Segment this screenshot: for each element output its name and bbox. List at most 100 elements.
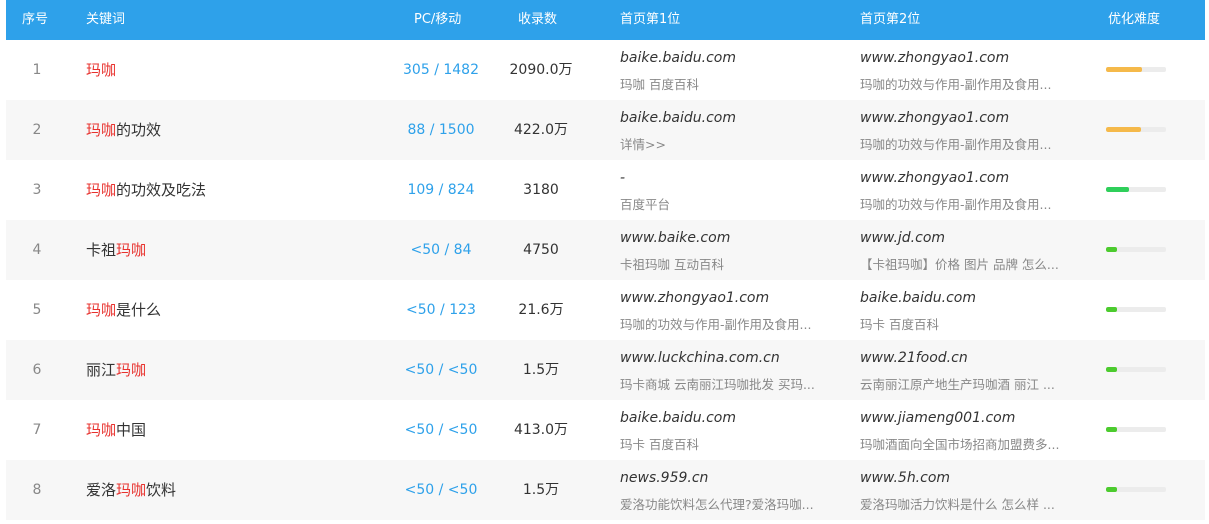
record-count: 422.0万 — [513, 122, 569, 138]
difficulty-bar-fill — [1106, 487, 1117, 492]
table-row: 7 玛咖中国 <50 / <50 413.0万 baike.baidu.com 玛卡 百度… — [6, 400, 1205, 460]
table-row: 8 爱洛玛咖饮料 <50 / <50 1.5万 news.959.cn 爱洛功能饮料怎么代… — [6, 460, 1205, 520]
keyword-link[interactable]: 玛咖是什么 — [86, 280, 161, 340]
header-difficulty[interactable]: 优化难度 — [1108, 0, 1160, 40]
keyword-suffix: 是什么 — [116, 301, 162, 319]
keyword-link[interactable]: 玛咖的功效及吃法 — [86, 160, 206, 220]
difficulty-bar — [1106, 367, 1166, 372]
rank1-site-link[interactable]: - — [620, 170, 840, 186]
keyword-link[interactable]: 丽江玛咖 — [86, 340, 146, 400]
pc-mobile-index[interactable]: <50 / 84 — [366, 220, 516, 280]
rank2-site-title: 玛咖的功效与作用-副作用及食用... — [860, 77, 1052, 92]
keyword-highlight: 玛咖 — [86, 421, 117, 439]
record-count: 1.5万 — [522, 482, 560, 498]
record-count: 4750 — [523, 242, 559, 258]
difficulty-bar — [1106, 247, 1166, 252]
keyword-suffix: 中国 — [116, 421, 147, 439]
row-index: 5 — [32, 302, 42, 318]
rank1-site-link[interactable]: www.luckchina.com.cn — [620, 350, 840, 366]
rank1-site-link[interactable]: www.baike.com — [620, 230, 840, 246]
table-row: 3 玛咖的功效及吃法 109 / 824 3180 - 百度平台 www.zhongyao1… — [6, 160, 1205, 220]
rank2-site-link[interactable]: www.jd.com — [860, 230, 1085, 246]
row-index: 4 — [32, 242, 42, 258]
keyword-prefix: 卡祖 — [86, 241, 117, 259]
keyword-prefix: 丽江 — [86, 361, 117, 379]
keyword-link[interactable]: 卡祖玛咖 — [86, 220, 146, 280]
table-row: 1 玛咖 305 / 1482 2090.0万 baike.baidu.com 玛咖 百度… — [6, 40, 1205, 100]
rank2-site-link[interactable]: www.5h.com — [860, 470, 1085, 486]
rank1-site-link[interactable]: baike.baidu.com — [620, 110, 840, 126]
difficulty-bar-fill — [1106, 187, 1129, 192]
rank2-site-link[interactable]: www.zhongyao1.com — [860, 170, 1085, 186]
table-row: 2 玛咖的功效 88 / 1500 422.0万 baike.baidu.com 详情>>… — [6, 100, 1205, 160]
rank1-site-link[interactable]: news.959.cn — [620, 470, 840, 486]
difficulty-bar-fill — [1106, 307, 1117, 312]
rank2-site-title: 玛咖酒面向全国市场招商加盟费多... — [860, 437, 1060, 452]
pc-mobile-index[interactable]: 305 / 1482 — [366, 40, 516, 100]
keyword-suffix: 的功效 — [116, 121, 162, 139]
record-count: 1.5万 — [522, 362, 560, 378]
table-body: 1 玛咖 305 / 1482 2090.0万 baike.baidu.com 玛咖 百度… — [6, 40, 1205, 520]
keyword-highlight: 玛咖 — [86, 61, 117, 79]
rank1-site-title: 玛咖的功效与作用-副作用及食用... — [620, 317, 812, 332]
header-pc-mobile[interactable]: PC/移动 — [414, 0, 461, 40]
pc-mobile-index[interactable]: <50 / 123 — [366, 280, 516, 340]
keyword-link[interactable]: 玛咖中国 — [86, 400, 146, 460]
rank1-site-link[interactable]: baike.baidu.com — [620, 50, 840, 66]
difficulty-bar — [1106, 487, 1166, 492]
pc-mobile-index[interactable]: <50 / <50 — [366, 340, 516, 400]
difficulty-bar — [1106, 67, 1166, 72]
rank2-site-title: 玛咖的功效与作用-副作用及食用... — [860, 197, 1052, 212]
rank1-site-link[interactable]: www.zhongyao1.com — [620, 290, 840, 306]
table-header: 序号 关键词 PC/移动 收录数 首页第1位 首页第2位 优化难度 — [6, 0, 1205, 40]
pc-mobile-index[interactable]: 109 / 824 — [366, 160, 516, 220]
difficulty-bar-fill — [1106, 67, 1142, 72]
keyword-highlight: 玛咖 — [86, 301, 117, 319]
pc-mobile-index[interactable]: <50 / <50 — [366, 460, 516, 520]
difficulty-bar — [1106, 187, 1166, 192]
rank2-site-link[interactable]: www.zhongyao1.com — [860, 110, 1085, 126]
keyword-prefix: 爱洛 — [86, 481, 117, 499]
rank2-site-link[interactable]: www.zhongyao1.com — [860, 50, 1085, 66]
rank2-site-link[interactable]: baike.baidu.com — [860, 290, 1085, 306]
table-row: 6 丽江玛咖 <50 / <50 1.5万 www.luckchina.com.cn 玛卡… — [6, 340, 1205, 400]
keyword-highlight: 玛咖 — [86, 121, 117, 139]
keyword-link[interactable]: 爱洛玛咖饮料 — [86, 460, 176, 520]
rank2-site-title: 玛咖的功效与作用-副作用及食用... — [860, 137, 1052, 152]
record-count: 21.6万 — [518, 302, 564, 318]
rank2-site-link[interactable]: www.jiameng001.com — [860, 410, 1085, 426]
row-index: 8 — [32, 482, 42, 498]
pc-mobile-index[interactable]: 88 / 1500 — [366, 100, 516, 160]
rank1-site-title: 卡祖玛咖 互动百科 — [620, 257, 724, 272]
difficulty-bar — [1106, 427, 1166, 432]
difficulty-bar — [1106, 127, 1166, 132]
header-site2[interactable]: 首页第2位 — [860, 0, 920, 40]
rank2-site-title: 云南丽江原产地生产玛咖酒 丽江 ... — [860, 377, 1055, 392]
pc-mobile-index[interactable]: <50 / <50 — [366, 400, 516, 460]
rank1-site-title: 百度平台 — [620, 197, 671, 212]
table-row: 5 玛咖是什么 <50 / 123 21.6万 www.zhongyao1.com 玛咖的… — [6, 280, 1205, 340]
rank2-site-title: 【卡祖玛咖】价格 图片 品牌 怎么... — [860, 257, 1059, 272]
table-row: 4 卡祖玛咖 <50 / 84 4750 www.baike.com 卡祖玛咖 互动百科 w… — [6, 220, 1205, 280]
rank2-site-title: 爱洛玛咖活力饮料是什么 怎么样 ... — [860, 497, 1055, 512]
header-records[interactable]: 收录数 — [518, 0, 557, 40]
difficulty-bar-fill — [1106, 367, 1117, 372]
rank1-site-title: 爱洛功能饮料怎么代理?爱洛玛咖... — [620, 497, 814, 512]
record-count: 3180 — [523, 182, 559, 198]
keyword-highlight: 玛咖 — [86, 181, 117, 199]
row-index: 3 — [32, 182, 42, 198]
row-index: 6 — [32, 362, 42, 378]
header-keyword[interactable]: 关键词 — [86, 0, 125, 40]
rank1-site-link[interactable]: baike.baidu.com — [620, 410, 840, 426]
row-index: 1 — [32, 62, 42, 78]
header-site1[interactable]: 首页第1位 — [620, 0, 680, 40]
keyword-link[interactable]: 玛咖 — [86, 40, 116, 100]
header-idx[interactable]: 序号 — [22, 0, 48, 40]
keyword-highlight: 玛咖 — [116, 361, 147, 379]
keyword-suffix: 饮料 — [146, 481, 177, 499]
row-index: 7 — [32, 422, 42, 438]
keyword-link[interactable]: 玛咖的功效 — [86, 100, 161, 160]
difficulty-bar-fill — [1106, 127, 1141, 132]
rank2-site-link[interactable]: www.21food.cn — [860, 350, 1085, 366]
keyword-table: 序号 关键词 PC/移动 收录数 首页第1位 首页第2位 优化难度 1 玛咖 305… — [6, 0, 1205, 520]
